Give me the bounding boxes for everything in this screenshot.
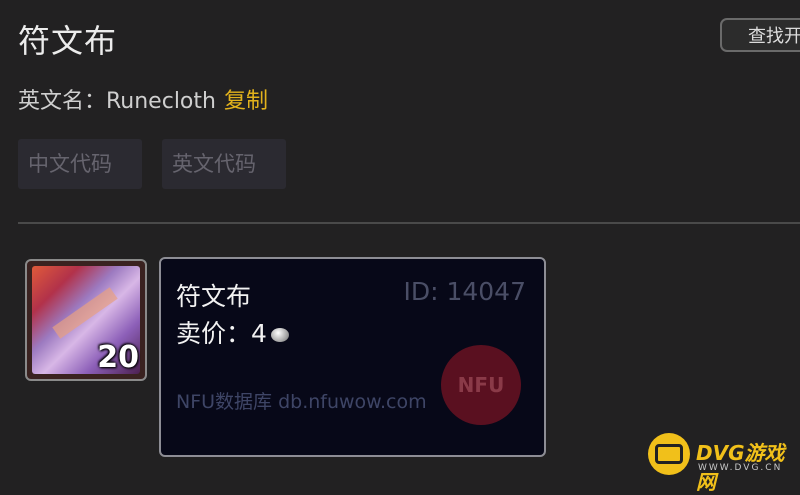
- english-name-row: 英文名：Runecloth 复制: [18, 83, 268, 115]
- watermark: DVG游戏网 WWW.DVG.CN: [646, 433, 800, 494]
- english-code-button[interactable]: 英文代码: [162, 139, 286, 189]
- page-title: 符文布: [18, 22, 118, 60]
- nfu-logo: NFU: [441, 345, 521, 425]
- silver-coin-icon: [270, 328, 289, 342]
- tooltip-sell-price: 卖价：4: [176, 314, 289, 350]
- item-icon[interactable]: 20: [25, 259, 147, 381]
- find-button[interactable]: 查找开: [720, 18, 800, 52]
- item-tooltip: 符文布 ID: 14047 卖价：4 NFU NFU数据库 db.nfuwow.…: [159, 257, 546, 457]
- watermark-url: WWW.DVG.CN: [698, 463, 783, 473]
- chinese-code-button[interactable]: 中文代码: [18, 139, 142, 189]
- tooltip-footer: NFU数据库 db.nfuwow.com: [176, 391, 427, 413]
- tooltip-item-name: 符文布: [176, 282, 252, 311]
- gamepad-icon: [648, 433, 690, 475]
- english-name-label: 英文名：Runecloth: [18, 89, 216, 114]
- divider: [18, 222, 800, 224]
- stack-count: 20: [97, 340, 139, 375]
- sell-price-text: 卖价：4: [176, 319, 267, 348]
- tooltip-item-id: ID: 14047: [403, 277, 526, 306]
- copy-link[interactable]: 复制: [224, 89, 268, 114]
